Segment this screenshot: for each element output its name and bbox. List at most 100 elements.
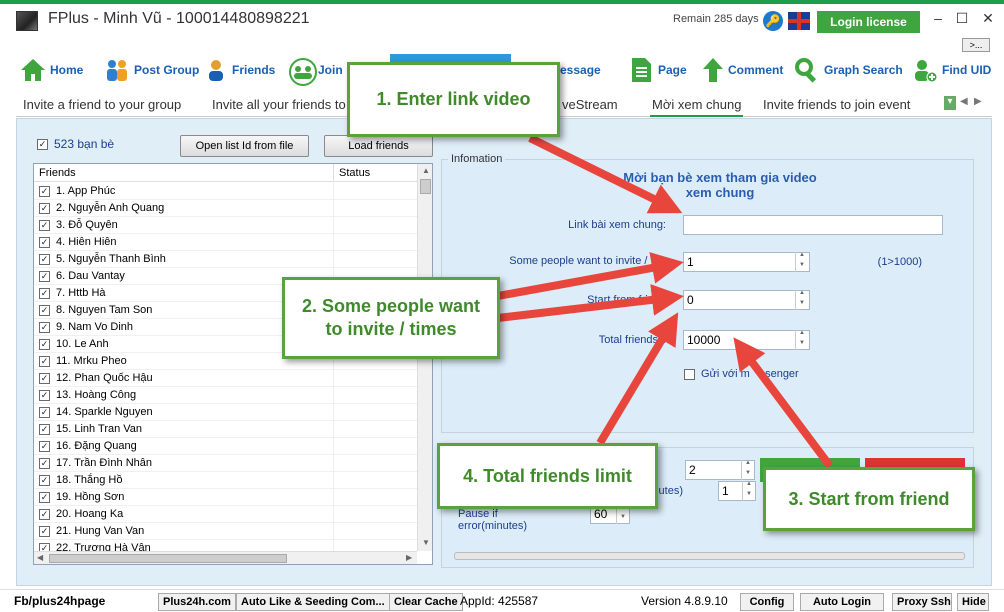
app-icon [16,11,38,31]
toolbar-join[interactable]: Join [288,52,343,88]
invite-per-time-input[interactable]: 1 [683,252,810,272]
friend-row[interactable]: ✓ 19. Hồng Sơn [34,489,417,506]
hide-button[interactable]: Hide [957,593,989,611]
friend-name: 14. Sparkle Nguyen [56,406,153,418]
tab-livestream[interactable]: veStream [562,97,618,112]
tab-menu-icon[interactable]: ▾ [944,96,956,110]
tab-prev-icon[interactable]: ◀ [960,96,968,107]
heading-line-2: xem chung [685,185,755,200]
friend-row[interactable]: ✓ 2. Nguyễn Anh Quang [34,200,417,217]
select-all-checkbox[interactable]: ✓ [37,138,48,150]
friend-checkbox[interactable]: ✓ [39,305,50,316]
messenger-checkbox[interactable] [684,368,695,380]
tab-next-icon[interactable]: ▶ [974,96,982,107]
language-flag-icon[interactable] [788,12,810,30]
expand-button[interactable]: >... [962,38,990,52]
close-button[interactable]: ✕ [976,10,1000,27]
total-limit-input[interactable]: 10000 [683,330,810,350]
friend-checkbox[interactable]: ✓ [39,407,50,418]
hscroll-thumb[interactable] [49,554,287,563]
toolbar-post-group[interactable]: Post Group [104,52,199,88]
friend-checkbox[interactable]: ✓ [39,475,50,486]
minimize-button[interactable]: – [926,10,950,26]
invite-per-time-stepper[interactable] [795,252,809,272]
key-icon[interactable]: 🔑 [763,11,783,31]
friend-checkbox[interactable]: ✓ [39,509,50,520]
callout-line: to invite / times [325,319,457,339]
open-list-id-button[interactable]: Open list Id from file [180,135,309,157]
friend-row[interactable]: ✓ 18. Thắng Hồ [34,472,417,489]
toolbar-page[interactable]: Page [628,52,687,88]
toolbar-graph-search[interactable]: Graph Search [794,52,903,88]
friend-checkbox[interactable]: ✓ [39,288,50,299]
friend-row[interactable]: ✓ 17. Trần Đình Nhân [34,455,417,472]
friend-checkbox[interactable]: ✓ [39,424,50,435]
friend-row[interactable]: ✓ 12. Phan Quốc Hậu [34,370,417,387]
toolbar-comment[interactable]: Comment [702,52,783,88]
scroll-down-icon[interactable]: ▼ [422,538,430,547]
friend-checkbox[interactable]: ✓ [39,441,50,452]
select-all-row[interactable]: ✓ 523 bạn bè [37,137,114,151]
auto-like-button[interactable]: Auto Like & Seeding Com... [236,593,390,611]
messenger-option[interactable]: Gửi với m senger [684,368,799,380]
tab-watch-together[interactable]: Mời xem chung [650,97,744,117]
friend-checkbox[interactable]: ✓ [39,356,50,367]
auto-login-button[interactable]: Auto Login [800,593,884,611]
app-id-text: AppId: 425587 [460,594,539,608]
friend-name: 2. Nguyễn Anh Quang [56,202,165,214]
friend-row[interactable]: ✓ 3. Đỗ Quyên [34,217,417,234]
friend-row[interactable]: ✓ 1. App Phúc [34,183,417,200]
scroll-right-icon[interactable]: ▶ [406,553,412,562]
tab-invite-all-friends[interactable]: Invite all your friends to [212,97,346,112]
total-limit-stepper[interactable] [795,330,809,350]
friend-checkbox[interactable]: ✓ [39,203,50,214]
friend-row[interactable]: ✓ 13. Hoàng Công [34,387,417,404]
minutes-stepper[interactable] [742,481,756,501]
friend-row[interactable]: ✓ 16. Đặng Quang [34,438,417,455]
link-video-input[interactable] [683,215,943,235]
col-status-header[interactable]: Status [339,167,370,179]
friend-checkbox[interactable]: ✓ [39,237,50,248]
friend-checkbox[interactable]: ✓ [39,492,50,503]
friend-checkbox[interactable]: ✓ [39,458,50,469]
tab-invite-to-group[interactable]: Invite a friend to your group [23,97,181,112]
clear-cache-button[interactable]: Clear Cache [389,593,463,611]
load-friends-button[interactable]: Load friends [324,135,433,157]
friend-row[interactable]: ✓ 14. Sparkle Nguyen [34,404,417,421]
friend-checkbox[interactable]: ✓ [39,526,50,537]
friend-checkbox[interactable]: ✓ [39,186,50,197]
friend-checkbox[interactable]: ✓ [39,390,50,401]
maximize-button[interactable]: ☐ [950,10,974,27]
toolbar-message[interactable]: essage [560,52,601,88]
friend-checkbox[interactable]: ✓ [39,339,50,350]
friend-row[interactable]: ✓ 5. Nguyễn Thanh Bình [34,251,417,268]
friend-checkbox[interactable]: ✓ [39,254,50,265]
horizontal-scrollbar[interactable]: ◀ ▶ [34,551,417,564]
start-from-input[interactable]: 0 [683,290,810,310]
friend-checkbox[interactable]: ✓ [39,271,50,282]
config-button[interactable]: Config [740,593,794,611]
toolbar-friends[interactable]: Friends [206,52,275,88]
scroll-left-icon[interactable]: ◀ [37,553,43,562]
toolbar-home[interactable]: Home [20,52,83,88]
friend-row[interactable]: ✓ 15. Linh Tran Van [34,421,417,438]
login-license-button[interactable]: Login license [817,11,920,33]
friend-checkbox[interactable]: ✓ [39,373,50,384]
plus24h-button[interactable]: Plus24h.com [158,593,236,611]
version-text: Version 4.8.9.10 [641,594,728,608]
proxy-ssh-button[interactable]: Proxy Ssh [892,593,952,611]
tab-invite-event[interactable]: Invite friends to join event [763,97,910,112]
heading-line-1: Mời bạn bè xem tham gia video [623,170,817,185]
friend-row[interactable]: ✓ 20. Hoang Ka [34,506,417,523]
friend-row[interactable]: ✓ 4. Hiên Hiên [34,234,417,251]
toolbar-find-uid[interactable]: Find UID [912,52,991,88]
progress-scrollbar[interactable] [454,552,965,560]
col-friends-header[interactable]: Friends [39,167,76,179]
scroll-up-icon[interactable]: ▲ [422,166,430,175]
delay-stepper[interactable] [741,460,755,480]
friend-row[interactable]: ✓ 21. Hung Van Van [34,523,417,540]
friend-checkbox[interactable]: ✓ [39,220,50,231]
friend-checkbox[interactable]: ✓ [39,322,50,333]
scroll-thumb[interactable] [420,179,431,194]
start-from-stepper[interactable] [795,290,809,310]
